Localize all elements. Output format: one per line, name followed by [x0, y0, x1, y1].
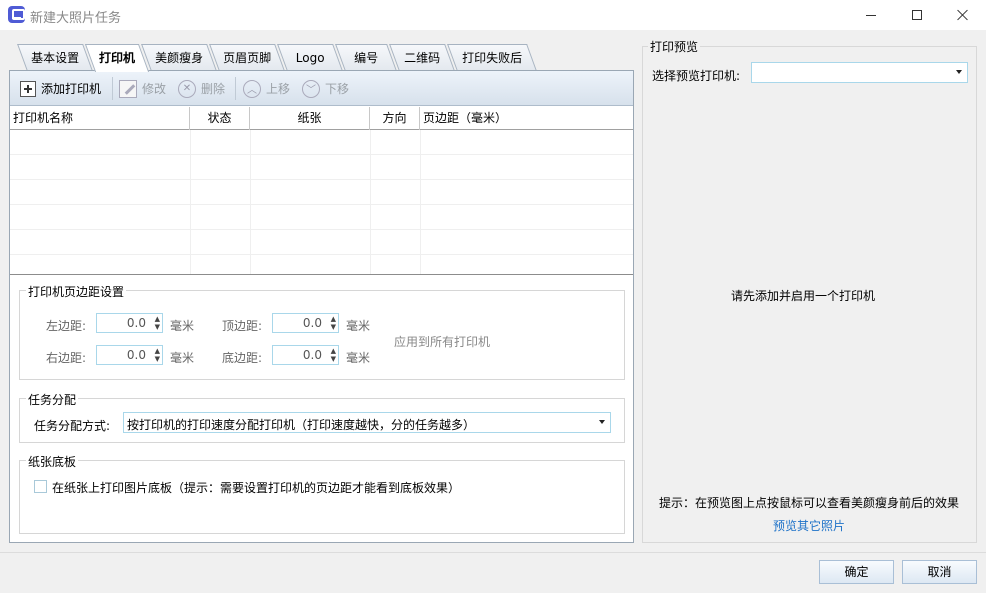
column-divider [420, 130, 421, 275]
apply-to-all-button[interactable]: 应用到所有打印机 [394, 333, 490, 350]
minimize-icon [866, 14, 876, 16]
dropdown-icon [599, 420, 605, 424]
tab-beauty[interactable]: 美颜瘦身 [141, 44, 217, 71]
delete-button[interactable]: ✕ 删除 [178, 78, 225, 99]
down-icon: ﹀ [302, 79, 320, 98]
close-button[interactable] [940, 0, 986, 30]
printer-table-header: 打印机名称 状态 纸张 方向 页边距（毫米） [10, 107, 633, 130]
column-divider [370, 130, 371, 275]
left-margin-spinner[interactable]: 0.0 ▲ ▼ [96, 313, 163, 333]
table-row [10, 130, 633, 155]
toolbar: 添加打印机 修改 ✕ 删除 ︿ 上移 ﹀ 下移 [10, 71, 633, 106]
footer-divider [0, 552, 986, 553]
unit-label: 毫米 [170, 319, 195, 333]
minimize-button[interactable] [848, 0, 894, 30]
column-header-paper[interactable]: 纸张 [250, 107, 370, 130]
margin-settings-label: 打印机页边距设置 [26, 283, 127, 300]
tab-header-footer[interactable]: 页眉页脚 [209, 44, 285, 71]
tab-print-failure[interactable]: 打印失败后 [447, 44, 537, 71]
column-divider [250, 130, 251, 275]
column-header-orientation[interactable]: 方向 [370, 107, 420, 130]
spinner-arrows-icon: ▲ ▼ [330, 315, 336, 331]
preview-printer-label: 选择预览打印机: [652, 69, 741, 83]
title-bar: 新建大照片任务 [0, 0, 986, 30]
table-row [10, 180, 633, 205]
dropdown-icon [956, 70, 962, 74]
right-margin-spinner[interactable]: 0.0 ▲ ▼ [96, 345, 163, 365]
preview-other-photos-link[interactable]: 预览其它照片 [773, 517, 845, 534]
edit-icon [119, 79, 137, 98]
tab-strip: 基本设置 打印机 美颜瘦身 页眉页脚 Logo 编号 二维码 打印失败后 [17, 44, 548, 72]
delete-icon: ✕ [178, 79, 196, 98]
tab-qrcode[interactable]: 二维码 [389, 44, 455, 71]
move-up-button[interactable]: ︿ 上移 [243, 78, 290, 99]
print-backing-label[interactable]: 在纸张上打印图片底板（提示：需要设置打印机的页边距才能看到底板效果） [52, 479, 460, 496]
paper-backing-label: 纸张底板 [26, 453, 79, 470]
preview-empty-message: 请先添加并启用一个打印机 [731, 289, 876, 303]
table-row [10, 205, 633, 230]
bottom-margin-label: 底边距: [222, 351, 263, 365]
task-distribution-label: 任务分配 [26, 391, 79, 408]
distribution-method-label: 任务分配方式: [34, 419, 111, 433]
printer-table-body[interactable] [10, 130, 633, 275]
spinner-arrows-icon: ▲ ▼ [154, 315, 160, 331]
top-margin-label: 顶边距: [222, 319, 263, 333]
top-margin-spinner[interactable]: 0.0 ▲ ▼ [272, 313, 339, 333]
unit-label: 毫米 [170, 351, 195, 365]
column-divider [190, 130, 191, 275]
preview-hint: 提示：在预览图上点按鼠标可以查看美颜瘦身前后的效果 [659, 496, 960, 510]
print-preview-label: 打印预览 [648, 38, 701, 55]
maximize-button[interactable] [894, 0, 940, 30]
column-header-margins[interactable]: 页边距（毫米） [420, 107, 633, 130]
up-icon: ︿ [243, 79, 261, 98]
maximize-icon [912, 10, 922, 20]
cancel-button[interactable]: 取消 [902, 560, 977, 584]
add-icon [20, 80, 36, 97]
margin-settings-group: 打印机页边距设置 左边距: 0.0 ▲ ▼ 毫米 顶边距: 0.0 ▲ ▼ 毫米 右边距… [19, 283, 625, 380]
tab-printer[interactable]: 打印机 [84, 44, 150, 72]
spinner-arrows-icon: ▲ ▼ [330, 347, 336, 363]
preview-printer-select[interactable] [751, 62, 968, 83]
close-icon [957, 9, 969, 21]
bottom-margin-spinner[interactable]: 0.0 ▲ ▼ [272, 345, 339, 365]
ok-button[interactable]: 确定 [819, 560, 894, 584]
printer-tab-panel: 添加打印机 修改 ✕ 删除 ︿ 上移 ﹀ 下移 打印机名称 状态 纸张 方向 页… [9, 70, 634, 543]
tab-basic-settings[interactable]: 基本设置 [17, 44, 93, 71]
tab-number[interactable]: 编号 [335, 44, 397, 71]
window-title: 新建大照片任务 [30, 11, 122, 26]
paper-backing-group: 纸张底板 在纸张上打印图片底板（提示：需要设置打印机的页边距才能看到底板效果） [19, 453, 625, 534]
unit-label: 毫米 [346, 351, 371, 365]
app-icon [8, 6, 25, 23]
distribution-method-select[interactable]: 按打印机的打印速度分配打印机（打印速度越快，分的任务越多） [123, 412, 611, 433]
add-printer-button[interactable]: 添加打印机 [20, 78, 101, 99]
column-header-name[interactable]: 打印机名称 [10, 107, 190, 130]
move-down-button[interactable]: ﹀ 下移 [302, 78, 349, 99]
edit-button[interactable]: 修改 [119, 78, 166, 99]
table-row [10, 155, 633, 180]
column-header-status[interactable]: 状态 [190, 107, 250, 130]
toolbar-divider [235, 77, 236, 100]
unit-label: 毫米 [346, 319, 371, 333]
tab-logo[interactable]: Logo [277, 44, 343, 71]
spinner-arrows-icon: ▲ ▼ [154, 347, 160, 363]
right-margin-label: 右边距: [46, 351, 87, 365]
table-row [10, 230, 633, 255]
left-margin-label: 左边距: [46, 319, 87, 333]
table-bottom-border [10, 274, 633, 275]
print-backing-checkbox[interactable] [34, 480, 47, 493]
toolbar-divider [112, 77, 113, 100]
task-distribution-group: 任务分配 任务分配方式: 按打印机的打印速度分配打印机（打印速度越快，分的任务越… [19, 391, 625, 443]
